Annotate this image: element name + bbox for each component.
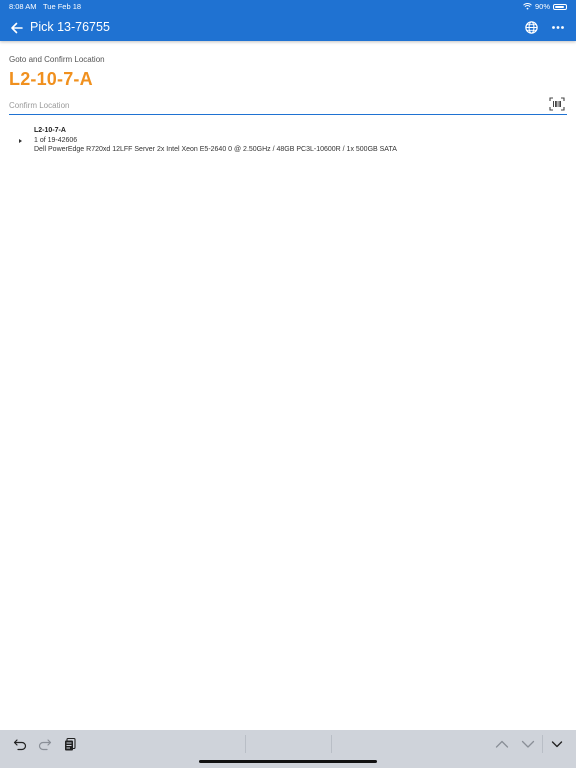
status-time: 8:08 AM <box>9 2 37 11</box>
status-date: Tue Feb 18 <box>43 2 82 11</box>
previous-field-button[interactable] <box>494 736 510 752</box>
confirm-location-field <box>9 96 567 115</box>
item-location: L2-10-7-A <box>34 127 66 134</box>
status-bar: 8:08 AM Tue Feb 18 90% <box>0 0 576 13</box>
item-quantity: 1 of 19-42606 <box>34 137 78 144</box>
clipboard-icon <box>65 737 76 751</box>
redo-icon <box>38 739 52 751</box>
back-button[interactable] <box>9 20 25 36</box>
list-item[interactable]: L2-10-7-A 1 of 19-42606 Dell PowerEdge R… <box>17 126 557 156</box>
dismiss-keyboard-button[interactable] <box>549 736 565 752</box>
expand-caret-icon[interactable] <box>19 139 22 143</box>
app-header: 8:08 AM Tue Feb 18 90% Pick 13-76755 <box>0 0 576 41</box>
toolbar-divider <box>245 735 246 753</box>
page-title: Pick 13-76755 <box>30 20 110 34</box>
undo-icon <box>13 739 27 751</box>
undo-button[interactable] <box>12 736 28 752</box>
globe-icon <box>525 21 538 34</box>
home-indicator[interactable] <box>199 760 377 763</box>
status-indicators: 90% <box>523 2 567 11</box>
battery-percent: 90% <box>534 2 550 11</box>
chevron-up-icon <box>495 740 509 748</box>
arrow-left-icon <box>11 22 23 34</box>
paste-button[interactable] <box>62 736 78 752</box>
battery-icon <box>553 3 567 10</box>
more-menu-button[interactable] <box>550 20 566 35</box>
toolbar-divider <box>542 735 543 753</box>
more-horizontal-icon <box>552 26 564 29</box>
next-field-button[interactable] <box>520 736 536 752</box>
item-description: Dell PowerEdge R720xd 12LFF Server 2x In… <box>34 146 397 153</box>
chevron-down-icon <box>521 740 535 748</box>
barcode-scan-icon <box>549 97 565 111</box>
wifi-icon <box>523 3 532 10</box>
scan-barcode-button[interactable] <box>549 97 565 111</box>
language-button[interactable] <box>524 20 539 35</box>
redo-button[interactable] <box>37 736 53 752</box>
battery-level <box>555 5 564 8</box>
toolbar-divider <box>331 735 332 753</box>
target-location: L2-10-7-A <box>9 69 93 89</box>
keyboard-dismiss-icon <box>551 741 563 748</box>
step-instruction: Goto and Confirm Location <box>9 55 105 64</box>
app-screen: 8:08 AM Tue Feb 18 90% Pick 13-76755 Got… <box>0 0 576 768</box>
confirm-location-input[interactable] <box>9 98 539 112</box>
